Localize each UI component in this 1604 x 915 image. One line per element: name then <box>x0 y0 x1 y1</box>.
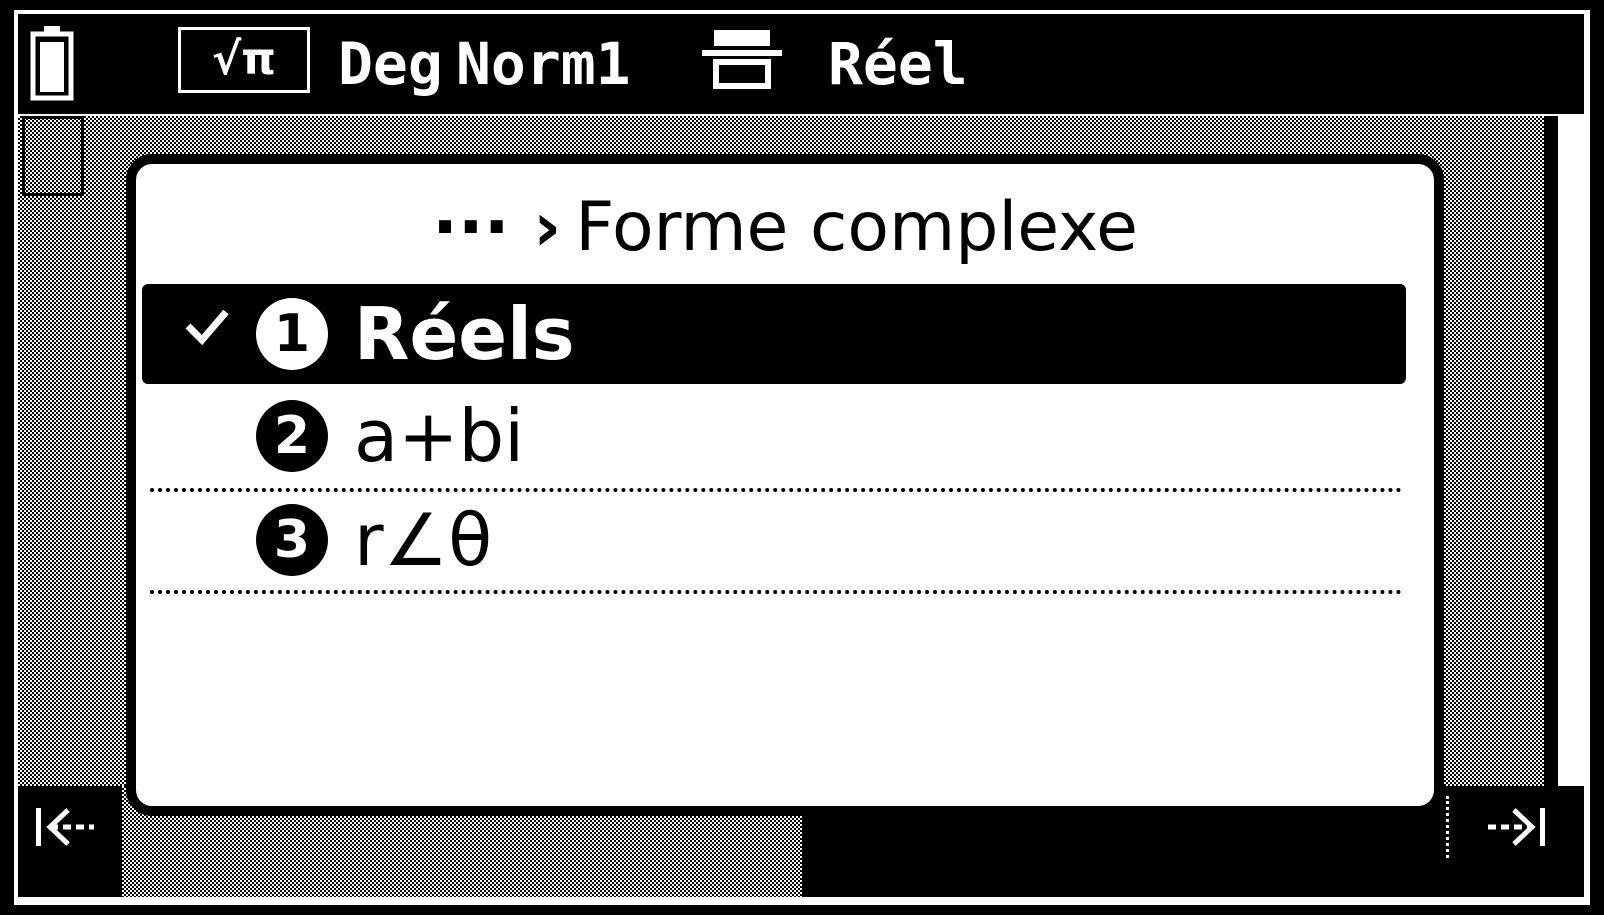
screen-area: √π Deg Norm1 Réel ··· › Forme complexe 1… <box>14 10 1590 905</box>
calculator-screen: √π Deg Norm1 Réel ··· › Forme complexe 1… <box>0 0 1604 915</box>
option-label: r∠θ <box>354 498 493 582</box>
complex-form-dialog: ··· › Forme complexe 1 Réels 2 a+bi 3 r∠θ <box>126 154 1444 816</box>
check-icon <box>185 309 229 346</box>
table-icon <box>702 30 782 89</box>
dialog-title-row: ··· › Forme complexe <box>136 188 1434 268</box>
dialog-title: Forme complexe <box>575 188 1138 267</box>
breadcrumb[interactable]: ··· › <box>432 188 561 267</box>
nav-last-icon[interactable] <box>1478 796 1558 856</box>
angle-unit-indicator: Deg <box>338 30 443 98</box>
option-divider <box>150 590 1402 594</box>
option-number-badge: 3 <box>256 504 328 576</box>
status-bar: √π Deg Norm1 Réel <box>18 14 1584 114</box>
option-number-badge: 2 <box>256 400 328 472</box>
display-format-indicator: Norm1 <box>456 30 631 98</box>
battery-icon <box>30 26 74 101</box>
option-label: Réels <box>354 292 575 376</box>
option-polar[interactable]: 3 r∠θ <box>142 490 1406 590</box>
complex-mode-indicator: Réel <box>828 30 968 98</box>
bottom-divider <box>1446 796 1452 858</box>
option-label: a+bi <box>354 394 525 478</box>
input-mode-indicator: √π <box>178 27 310 93</box>
nav-first-icon[interactable] <box>28 796 108 856</box>
option-reels[interactable]: 1 Réels <box>142 284 1406 384</box>
option-number-badge: 1 <box>256 298 328 370</box>
scrollbar-track <box>1544 116 1558 786</box>
cursor-box <box>22 116 84 196</box>
option-cartesian[interactable]: 2 a+bi <box>142 386 1406 486</box>
